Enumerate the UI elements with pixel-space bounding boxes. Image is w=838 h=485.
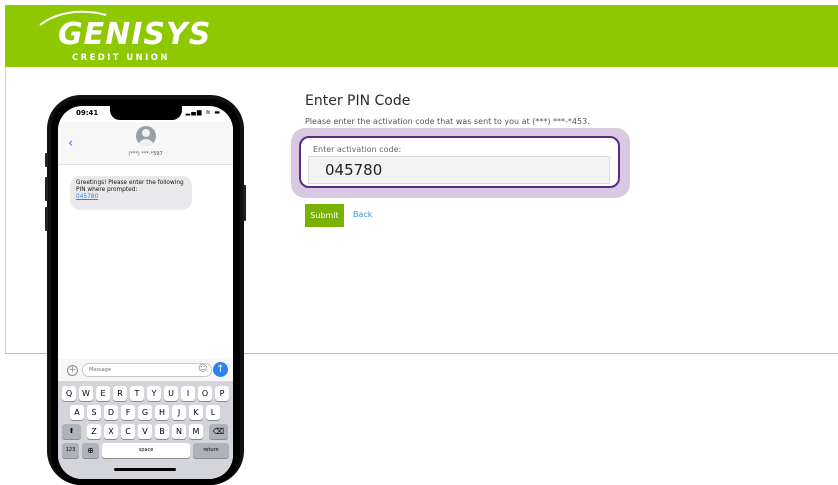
phone-screen: 09:41 ▂▄▆ ≋ ▬ ‹ (***) ***-*597 Greetings… [58,106,233,479]
space-key[interactable]: space [102,443,190,458]
key-n[interactable]: N [172,424,186,439]
return-key[interactable]: return [193,443,229,458]
delete-key[interactable]: ⌫ [209,424,228,439]
emoji-icon[interactable]: ☺ [198,364,207,374]
key-r[interactable]: R [113,386,127,401]
key-v[interactable]: V [138,424,152,439]
message-input[interactable] [82,363,212,377]
key-a[interactable]: A [70,405,84,420]
send-icon[interactable]: ↑ [213,362,228,377]
phone-volume-up-button [45,177,48,201]
header-bar: GENISYS CREDIT UNION [5,5,838,67]
sms-message-bubble: Greetings! Please enter the following PI… [70,176,192,210]
key-h[interactable]: H [155,405,169,420]
key-e[interactable]: E [96,386,110,401]
key-y[interactable]: Y [147,386,161,401]
key-j[interactable]: J [172,405,186,420]
globe-icon[interactable]: ⊕ [82,443,99,458]
phone-volume-down-button [45,207,48,231]
status-icons: ▂▄▆ ≋ ▬ [185,109,221,116]
key-o[interactable]: O [198,386,212,401]
contact-avatar[interactable] [136,126,156,146]
logo-subtitle: CREDIT UNION [72,53,170,63]
key-c[interactable]: C [121,424,135,439]
back-link[interactable]: Back [353,210,372,219]
key-k[interactable]: K [189,405,203,420]
key-p[interactable]: P [215,386,229,401]
key-d[interactable]: D [104,405,118,420]
key-i[interactable]: I [181,386,195,401]
key-f[interactable]: F [121,405,135,420]
phone-notch [110,106,182,120]
key-u[interactable]: U [164,386,178,401]
contact-number: (***) ***-*597 [128,151,163,157]
chevron-left-icon[interactable]: ‹ [68,136,73,151]
phone-mute-button [45,153,48,167]
key-g[interactable]: G [138,405,152,420]
activation-code-label: Enter activation code: [313,145,402,154]
key-x[interactable]: X [104,424,118,439]
key-t[interactable]: T [130,386,144,401]
phone-mockup: 09:41 ▂▄▆ ≋ ▬ ‹ (***) ***-*597 Greetings… [45,95,246,485]
key-l[interactable]: L [206,405,220,420]
home-indicator[interactable] [114,468,176,471]
key-z[interactable]: Z [87,424,101,439]
phone-power-button [243,185,246,221]
shift-key[interactable]: ⬆ [62,424,81,439]
plus-icon[interactable]: + [67,365,78,376]
messages-header: ‹ (***) ***-*597 [58,122,233,165]
numbers-key[interactable]: 123 [62,443,79,458]
sms-message-text: Greetings! Please enter the following PI… [76,180,184,193]
page-title: Enter PIN Code [305,93,411,109]
key-q[interactable]: Q [62,386,76,401]
status-time: 09:41 [76,109,99,117]
key-b[interactable]: B [155,424,169,439]
instructions-text: Please enter the activation code that wa… [305,117,590,126]
sms-pin-link[interactable]: 045780 [76,194,98,200]
activation-code-input[interactable] [308,156,610,184]
key-w[interactable]: W [79,386,93,401]
key-s[interactable]: S [87,405,101,420]
logo-wordmark: GENISYS [58,17,212,52]
submit-button[interactable]: Submit [305,204,344,227]
key-m[interactable]: M [189,424,203,439]
